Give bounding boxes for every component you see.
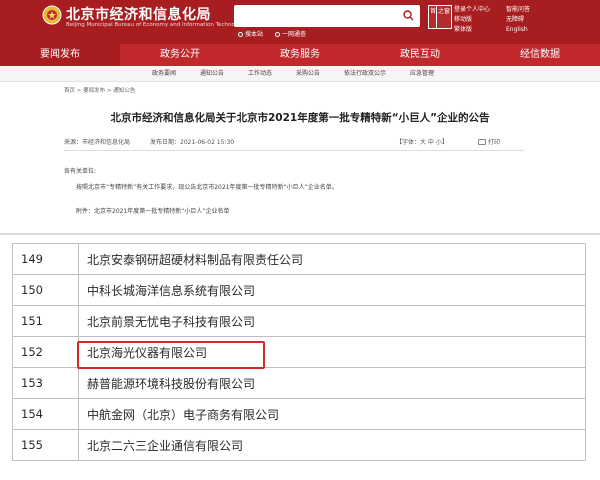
top-links-right: 智能问答 无障碍 English	[506, 5, 530, 35]
row-number: 150	[12, 274, 79, 306]
subnav-law-disclosure[interactable]: 依法行政双公示	[344, 68, 386, 77]
table-row: 149 北京安泰钢研超硬材料制品有限责任公司	[12, 243, 586, 275]
nav-news[interactable]: 要闻发布	[0, 44, 120, 66]
search-icon[interactable]	[403, 10, 414, 21]
link-traditional[interactable]: 繁体版	[454, 25, 490, 35]
nav-gov-service[interactable]: 政务服务	[240, 44, 360, 66]
capital-window-seal-right[interactable]: 之窗	[436, 5, 452, 29]
row-number: 155	[12, 429, 79, 461]
company-name: 北京二六三企业通信有限公司	[78, 429, 586, 461]
search-scope-options: 搜本站 一网通查	[238, 29, 316, 38]
row-number: 151	[12, 305, 79, 337]
subnav-gov-news[interactable]: 政务要闻	[152, 68, 176, 77]
top-links-left: 登录个人中心 移动版 繁体版	[454, 5, 490, 35]
site-subtitle: Beijing Municipal Bureau of Economy and …	[66, 22, 247, 28]
table-row: 155 北京二六三企业通信有限公司	[12, 429, 586, 461]
link-english[interactable]: English	[506, 25, 530, 35]
subnav-notices[interactable]: 通知公告	[200, 68, 224, 77]
row-number: 154	[12, 398, 79, 430]
breadcrumb[interactable]: 首页 > 要闻发布 > 通知公告	[64, 86, 135, 94]
link-mobile[interactable]: 移动版	[454, 15, 490, 25]
table-row: 150 中科长城海洋信息系统有限公司	[12, 274, 586, 306]
nav-interaction[interactable]: 政民互动	[360, 44, 480, 66]
company-name: 赫普能源环境科技股份有限公司	[78, 367, 586, 399]
article-attachment[interactable]: 附件：北京市2021年度第一批专精特新“小巨人”企业名单	[76, 206, 230, 215]
emblem-icon	[42, 5, 62, 25]
site-header: 北京市经济和信息化局 Beijing Municipal Bureau of E…	[0, 0, 600, 44]
highlight-box	[77, 341, 265, 369]
row-number: 152	[12, 336, 79, 368]
nav-data[interactable]: 经信数据	[480, 44, 600, 66]
font-size-control[interactable]: 【字体：大 中 小】	[396, 137, 448, 146]
link-accessibility[interactable]: 无障碍	[506, 15, 530, 25]
link-smart-qa[interactable]: 智能问答	[506, 5, 530, 15]
site-title[interactable]: 北京市经济和信息化局	[66, 4, 211, 24]
meta-divider	[64, 150, 524, 151]
subnav-work-updates[interactable]: 工作动态	[248, 68, 272, 77]
link-user-center[interactable]: 登录个人中心	[454, 5, 490, 15]
main-nav: 要闻发布 政务公开 政务服务 政民互动 经信数据	[0, 44, 600, 66]
table-row: 153 赫普能源环境科技股份有限公司	[12, 367, 586, 399]
company-name: 北京前景无忧电子科技有限公司	[78, 305, 586, 337]
company-name: 中科长城海洋信息系统有限公司	[78, 274, 586, 306]
company-name: 北京安泰钢研超硬材料制品有限责任公司	[78, 243, 586, 275]
subnav-procurement[interactable]: 采购公告	[296, 68, 320, 77]
source-value: 市经济和信息化局	[82, 139, 131, 146]
source-label: 来源：	[64, 139, 83, 146]
article-greeting: 各有关单位:	[64, 168, 97, 175]
article-paragraph: 按照北京市“专精特新”有关工作要求，现公告北京市2021年度第一批专精特新“小巨…	[76, 184, 338, 191]
article-source: 来源：市经济和信息化局	[64, 137, 130, 146]
nav-gov-open[interactable]: 政务公开	[120, 44, 240, 66]
print-icon	[478, 139, 486, 145]
subnav-emergency[interactable]: 应急管理	[410, 68, 434, 77]
page-title: 北京市经济和信息化局关于北京市2021年度第一批专精特新“小巨人”企业的公告	[110, 112, 490, 124]
table-row: 151 北京前景无忧电子科技有限公司	[12, 305, 586, 337]
company-name: 中航金网（北京）电子商务有限公司	[78, 398, 586, 430]
section-divider	[0, 233, 600, 235]
print-button[interactable]: 打印	[478, 137, 500, 146]
article-date: 发布日期：2021-06-02 15:30	[150, 137, 234, 146]
search-scope-all[interactable]: 一网通查	[274, 31, 306, 38]
row-number: 153	[12, 367, 79, 399]
date-label: 发布日期：	[150, 139, 181, 146]
sub-nav: 政务要闻 通知公告 工作动态 采购公告 依法行政双公示 应急管理	[0, 66, 600, 82]
table-row: 154 中航金网（北京）电子商务有限公司	[12, 398, 586, 430]
search-scope-site[interactable]: 搜本站	[238, 31, 263, 38]
search-input[interactable]	[234, 5, 420, 27]
print-label: 打印	[488, 139, 501, 146]
date-value: 2021-06-02 15:30	[180, 139, 235, 146]
row-number: 149	[12, 243, 79, 275]
